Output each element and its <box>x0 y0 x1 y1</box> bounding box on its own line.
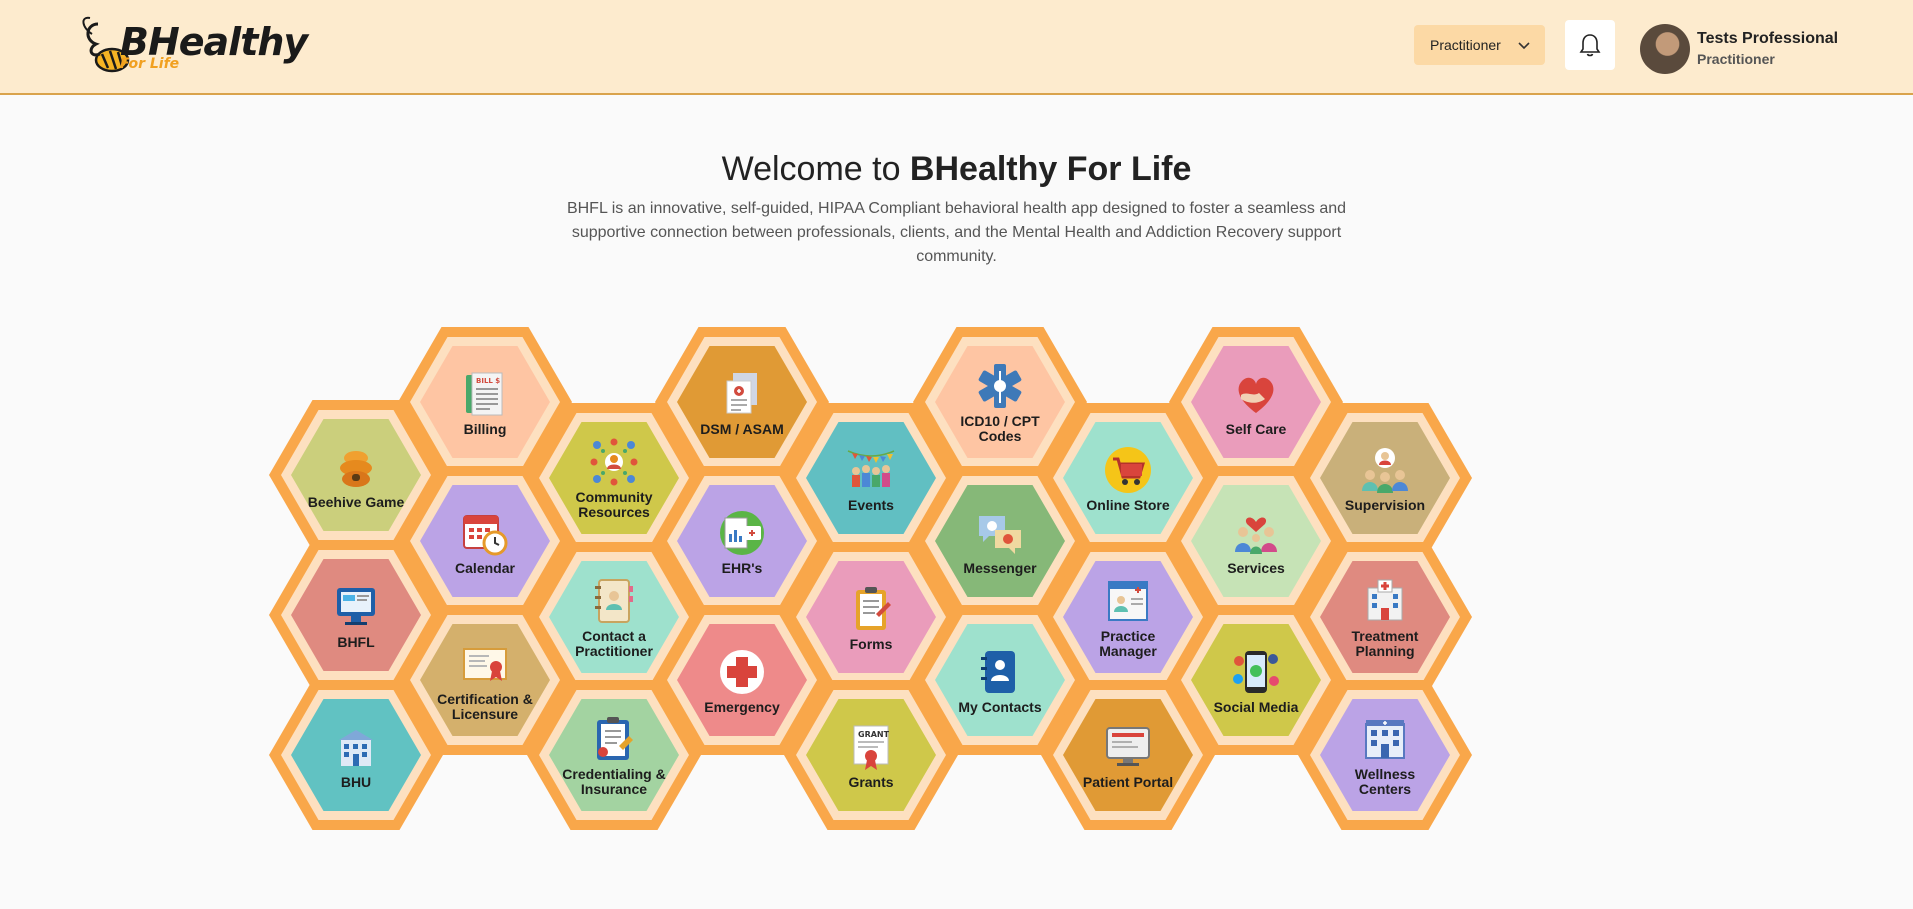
medical-star-icon <box>974 360 1026 412</box>
computer-icon <box>330 581 382 633</box>
tile-label: Grants <box>848 773 894 790</box>
tile-label: Messenger <box>963 559 1037 576</box>
role-select-value: Practitioner <box>1430 37 1501 53</box>
tile-label: Emergency <box>704 698 780 715</box>
tile-label: Calendar <box>455 559 515 576</box>
welcome-app-name: BHealthy For Life <box>909 150 1192 188</box>
tile-label: Treatment Planning <box>1351 628 1419 659</box>
documents-icon <box>716 368 768 420</box>
emergency-cross-icon <box>716 646 768 698</box>
tile-supervision[interactable]: Supervision <box>1298 403 1472 553</box>
chat-bubbles-icon <box>974 507 1026 559</box>
tile-label: Community Resources <box>575 489 653 520</box>
certificate-icon <box>459 638 511 690</box>
shopping-cart-icon <box>1102 444 1154 496</box>
welcome-prefix: Welcome to <box>721 150 910 188</box>
grant-certificate-icon: GRANT <box>845 721 897 773</box>
bell-icon <box>1579 34 1601 57</box>
tile-label: BHFL <box>337 633 375 650</box>
user-avatar[interactable] <box>1640 24 1690 74</box>
calendar-icon <box>459 507 511 559</box>
building-icon <box>330 721 382 773</box>
supervisor-icon <box>1359 444 1411 496</box>
tile-label: Online Store <box>1086 496 1170 513</box>
intro-text: BHFL is an innovative, self-guided, HIPA… <box>566 200 1347 265</box>
brand-logo[interactable]: BHealthy For Life <box>78 12 308 78</box>
tile-label: Social Media <box>1213 698 1299 715</box>
tile-label: Forms <box>849 635 893 652</box>
user-name: Tests Professional <box>1697 30 1839 47</box>
role-select[interactable]: Practitioner <box>1414 25 1545 65</box>
tile-label: EHR's <box>721 559 763 576</box>
tile-label: Practice Manager <box>1099 628 1157 659</box>
tile-wellness-centers[interactable]: Wellness Centers <box>1298 680 1472 830</box>
monitor-icon <box>1102 721 1154 773</box>
tile-label: Patient Portal <box>1082 773 1174 790</box>
wellness-building-icon <box>1359 713 1411 765</box>
tile-label: ICD10 / CPT Codes <box>960 413 1040 444</box>
tile-label: Billing <box>463 420 507 437</box>
form-icon <box>845 583 897 635</box>
profile-card-icon <box>1102 575 1154 627</box>
user-role: Practitioner <box>1697 51 1775 67</box>
svg-text:GRANT: GRANT <box>858 730 890 739</box>
tile-label: Services <box>1227 559 1285 576</box>
page-title: Welcome to BHealthy For Life <box>0 150 1913 189</box>
tile-label: Contact a Practitioner <box>575 628 653 659</box>
event-crowd-icon <box>845 444 897 496</box>
hospital-icon <box>1359 575 1411 627</box>
brand-tagline: For Life <box>120 56 180 72</box>
tile-label: Self Care <box>1225 420 1287 437</box>
top-header: BHealthy For Life Practitioner Tests Pro… <box>0 0 1913 95</box>
tile-label: My Contacts <box>958 698 1042 715</box>
tile-label: Certification & Licensure <box>437 691 533 722</box>
community-icon <box>588 436 640 488</box>
contact-book-icon <box>588 575 640 627</box>
notifications-button[interactable] <box>1565 20 1615 70</box>
tile-label: Credentialing & Insurance <box>562 766 666 797</box>
bill-icon: BILL $ <box>459 368 511 420</box>
beehive-icon <box>330 441 382 493</box>
tile-treatment-planning[interactable]: Treatment Planning <box>1298 542 1472 692</box>
clipboard-icon <box>588 713 640 765</box>
ehr-icon <box>716 507 768 559</box>
tile-label: BHU <box>340 773 372 790</box>
social-phone-icon <box>1230 646 1282 698</box>
tile-label: DSM / ASAM <box>700 420 784 437</box>
family-icon <box>1230 507 1282 559</box>
tile-label: Events <box>848 496 894 513</box>
chevron-down-icon <box>1518 42 1530 50</box>
heart-hands-icon <box>1230 368 1282 420</box>
svg-text:BILL $: BILL $ <box>476 377 500 385</box>
tile-label: Wellness Centers <box>1354 766 1416 797</box>
address-book-icon <box>974 646 1026 698</box>
tile-label: Beehive Game <box>307 493 405 510</box>
tile-label: Supervision <box>1344 496 1426 513</box>
